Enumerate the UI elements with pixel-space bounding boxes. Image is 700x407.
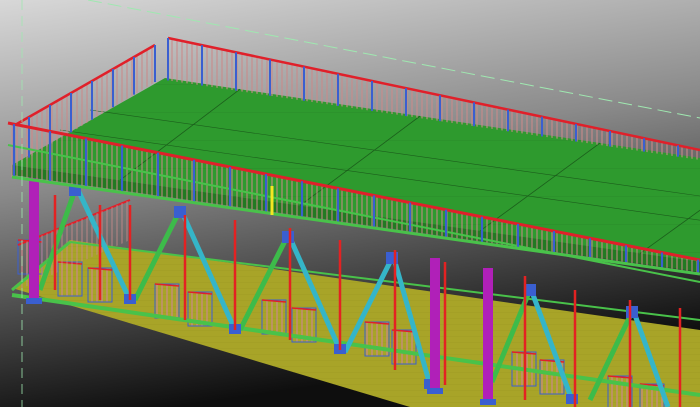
purple-column (430, 258, 440, 392)
column-base-plate (480, 399, 496, 405)
brace-gusset (626, 306, 638, 318)
purple-column (29, 170, 39, 302)
brace-gusset (282, 231, 294, 243)
column-base-plate (427, 388, 443, 394)
steel-platform-model[interactable] (0, 0, 700, 407)
column-base-plate (26, 298, 42, 304)
lower-railing-panel (154, 283, 180, 319)
purple-column (483, 268, 493, 403)
lower-railing-panel (261, 299, 287, 335)
3d-model-viewport[interactable] (0, 0, 700, 407)
